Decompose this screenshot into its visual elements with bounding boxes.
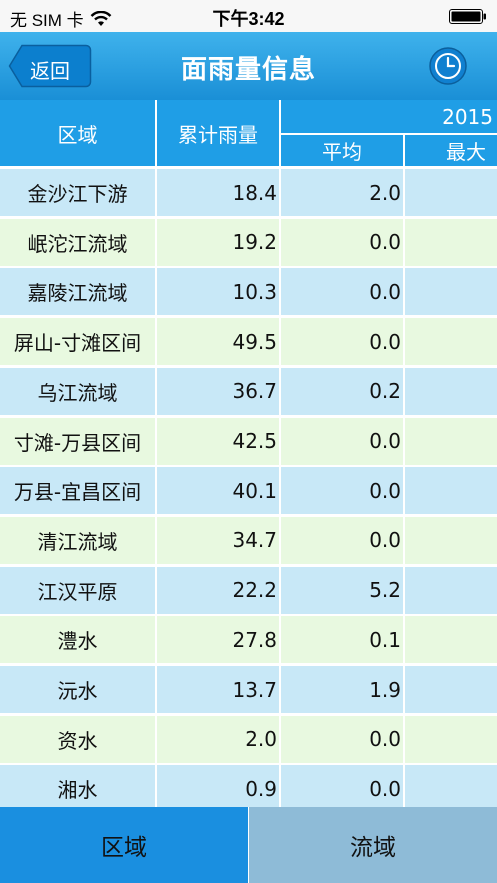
table-row[interactable]: 资水2.00.00: [0, 715, 497, 765]
cell-max: 0: [405, 765, 497, 807]
cell-region-name: 屏山-寸滩区间: [0, 318, 155, 366]
cell-region-name: 清江流域: [0, 516, 155, 564]
table-row[interactable]: 万县-宜昌区间40.10.00: [0, 466, 497, 516]
cell-max: 0: [405, 417, 497, 465]
battery-icon: [449, 9, 486, 24]
cell-max: 23: [405, 169, 497, 216]
cell-region-name: 澧水: [0, 616, 155, 664]
cell-region-name: 万县-宜昌区间: [0, 467, 155, 515]
cell-average: 0.2: [281, 367, 403, 415]
cell-average: 2.0: [281, 169, 403, 216]
cell-cumulative: 18.4: [157, 169, 279, 216]
table-row[interactable]: 乌江流域36.70.28: [0, 367, 497, 417]
page-title: 面雨量信息: [180, 55, 316, 85]
cell-average: 1.9: [281, 666, 403, 713]
tab-basin[interactable]: 流域: [249, 807, 497, 883]
cell-region-name: 江汉平原: [0, 566, 155, 614]
cell-cumulative: 19.2: [157, 218, 279, 266]
cell-cumulative: 0.9: [157, 765, 279, 807]
cell-max: 0: [405, 467, 497, 515]
table-row[interactable]: 江汉平原22.25.260: [0, 566, 497, 616]
cell-cumulative: 49.5: [157, 318, 279, 366]
cell-cumulative: 22.2: [157, 566, 279, 614]
cell-cumulative: 2.0: [157, 715, 279, 763]
cell-region-name: 沅水: [0, 666, 155, 713]
table-row[interactable]: 澧水27.80.12: [0, 615, 497, 665]
cell-max: 0: [405, 218, 497, 266]
cell-max: 8: [405, 367, 497, 415]
cell-max: 20: [405, 666, 497, 713]
cell-cumulative: 10.3: [157, 268, 279, 316]
cell-max: 60: [405, 566, 497, 614]
navigation-bar: 返回 面雨量信息: [0, 32, 497, 100]
header-average: 平均: [281, 135, 403, 166]
tab-basin-label: 流域: [350, 835, 396, 861]
cell-region-name: 乌江流域: [0, 367, 155, 415]
tab-region-label: 区域: [101, 835, 147, 861]
cell-cumulative: 42.5: [157, 417, 279, 465]
status-time: 下午3:42: [212, 9, 285, 29]
cell-average: 0.0: [281, 715, 403, 763]
cell-max: 2: [405, 616, 497, 664]
bottom-tab-bar: 区域 流域: [0, 807, 497, 883]
cell-cumulative: 27.8: [157, 616, 279, 664]
table-row[interactable]: 湘水0.90.00: [0, 764, 497, 807]
clock-icon[interactable]: [428, 46, 468, 86]
cell-region-name: 资水: [0, 715, 155, 763]
cell-cumulative: 34.7: [157, 516, 279, 564]
cell-cumulative: 36.7: [157, 367, 279, 415]
cell-average: 0.1: [281, 616, 403, 664]
cell-region-name: 金沙江下游: [0, 169, 155, 216]
cell-cumulative: 13.7: [157, 666, 279, 713]
cell-average: 0.0: [281, 268, 403, 316]
tab-region[interactable]: 区域: [0, 807, 248, 883]
table-row[interactable]: 寸滩-万县区间42.50.00: [0, 417, 497, 467]
table-row[interactable]: 嘉陵江流域10.30.00: [0, 267, 497, 317]
header-cumulative: 累计雨量: [157, 100, 279, 166]
cell-max: 0: [405, 268, 497, 316]
cell-region-name: 湘水: [0, 765, 155, 807]
status-bar: 无 SIM 卡 下午3:42: [0, 0, 497, 32]
cell-average: 0.0: [281, 218, 403, 266]
rainfall-table[interactable]: 区域 累计雨量 2015 平均 最大 金沙江下游18.42.023岷沱江流域19…: [0, 100, 497, 807]
cell-region-name: 岷沱江流域: [0, 218, 155, 266]
cell-region-name: 寸滩-万县区间: [0, 417, 155, 465]
cell-region-name: 嘉陵江流域: [0, 268, 155, 316]
table-row[interactable]: 沅水13.71.920: [0, 665, 497, 715]
cell-average: 0.0: [281, 516, 403, 564]
table-row[interactable]: 岷沱江流域19.20.00: [0, 218, 497, 268]
header-year: 2015: [281, 100, 497, 133]
cell-average: 0.0: [281, 318, 403, 366]
cell-cumulative: 40.1: [157, 467, 279, 515]
header-region: 区域: [0, 100, 155, 166]
cell-max: 0: [405, 516, 497, 564]
header-max: 最大: [405, 135, 497, 166]
cell-average: 5.2: [281, 566, 403, 614]
cell-average: 0.0: [281, 417, 403, 465]
cell-average: 0.0: [281, 765, 403, 807]
cell-average: 0.0: [281, 467, 403, 515]
cell-max: 0: [405, 318, 497, 366]
table-row[interactable]: 屏山-寸滩区间49.50.00: [0, 317, 497, 367]
table-row[interactable]: 清江流域34.70.00: [0, 516, 497, 566]
table-row[interactable]: 金沙江下游18.42.023: [0, 168, 497, 218]
cell-max: 0: [405, 715, 497, 763]
